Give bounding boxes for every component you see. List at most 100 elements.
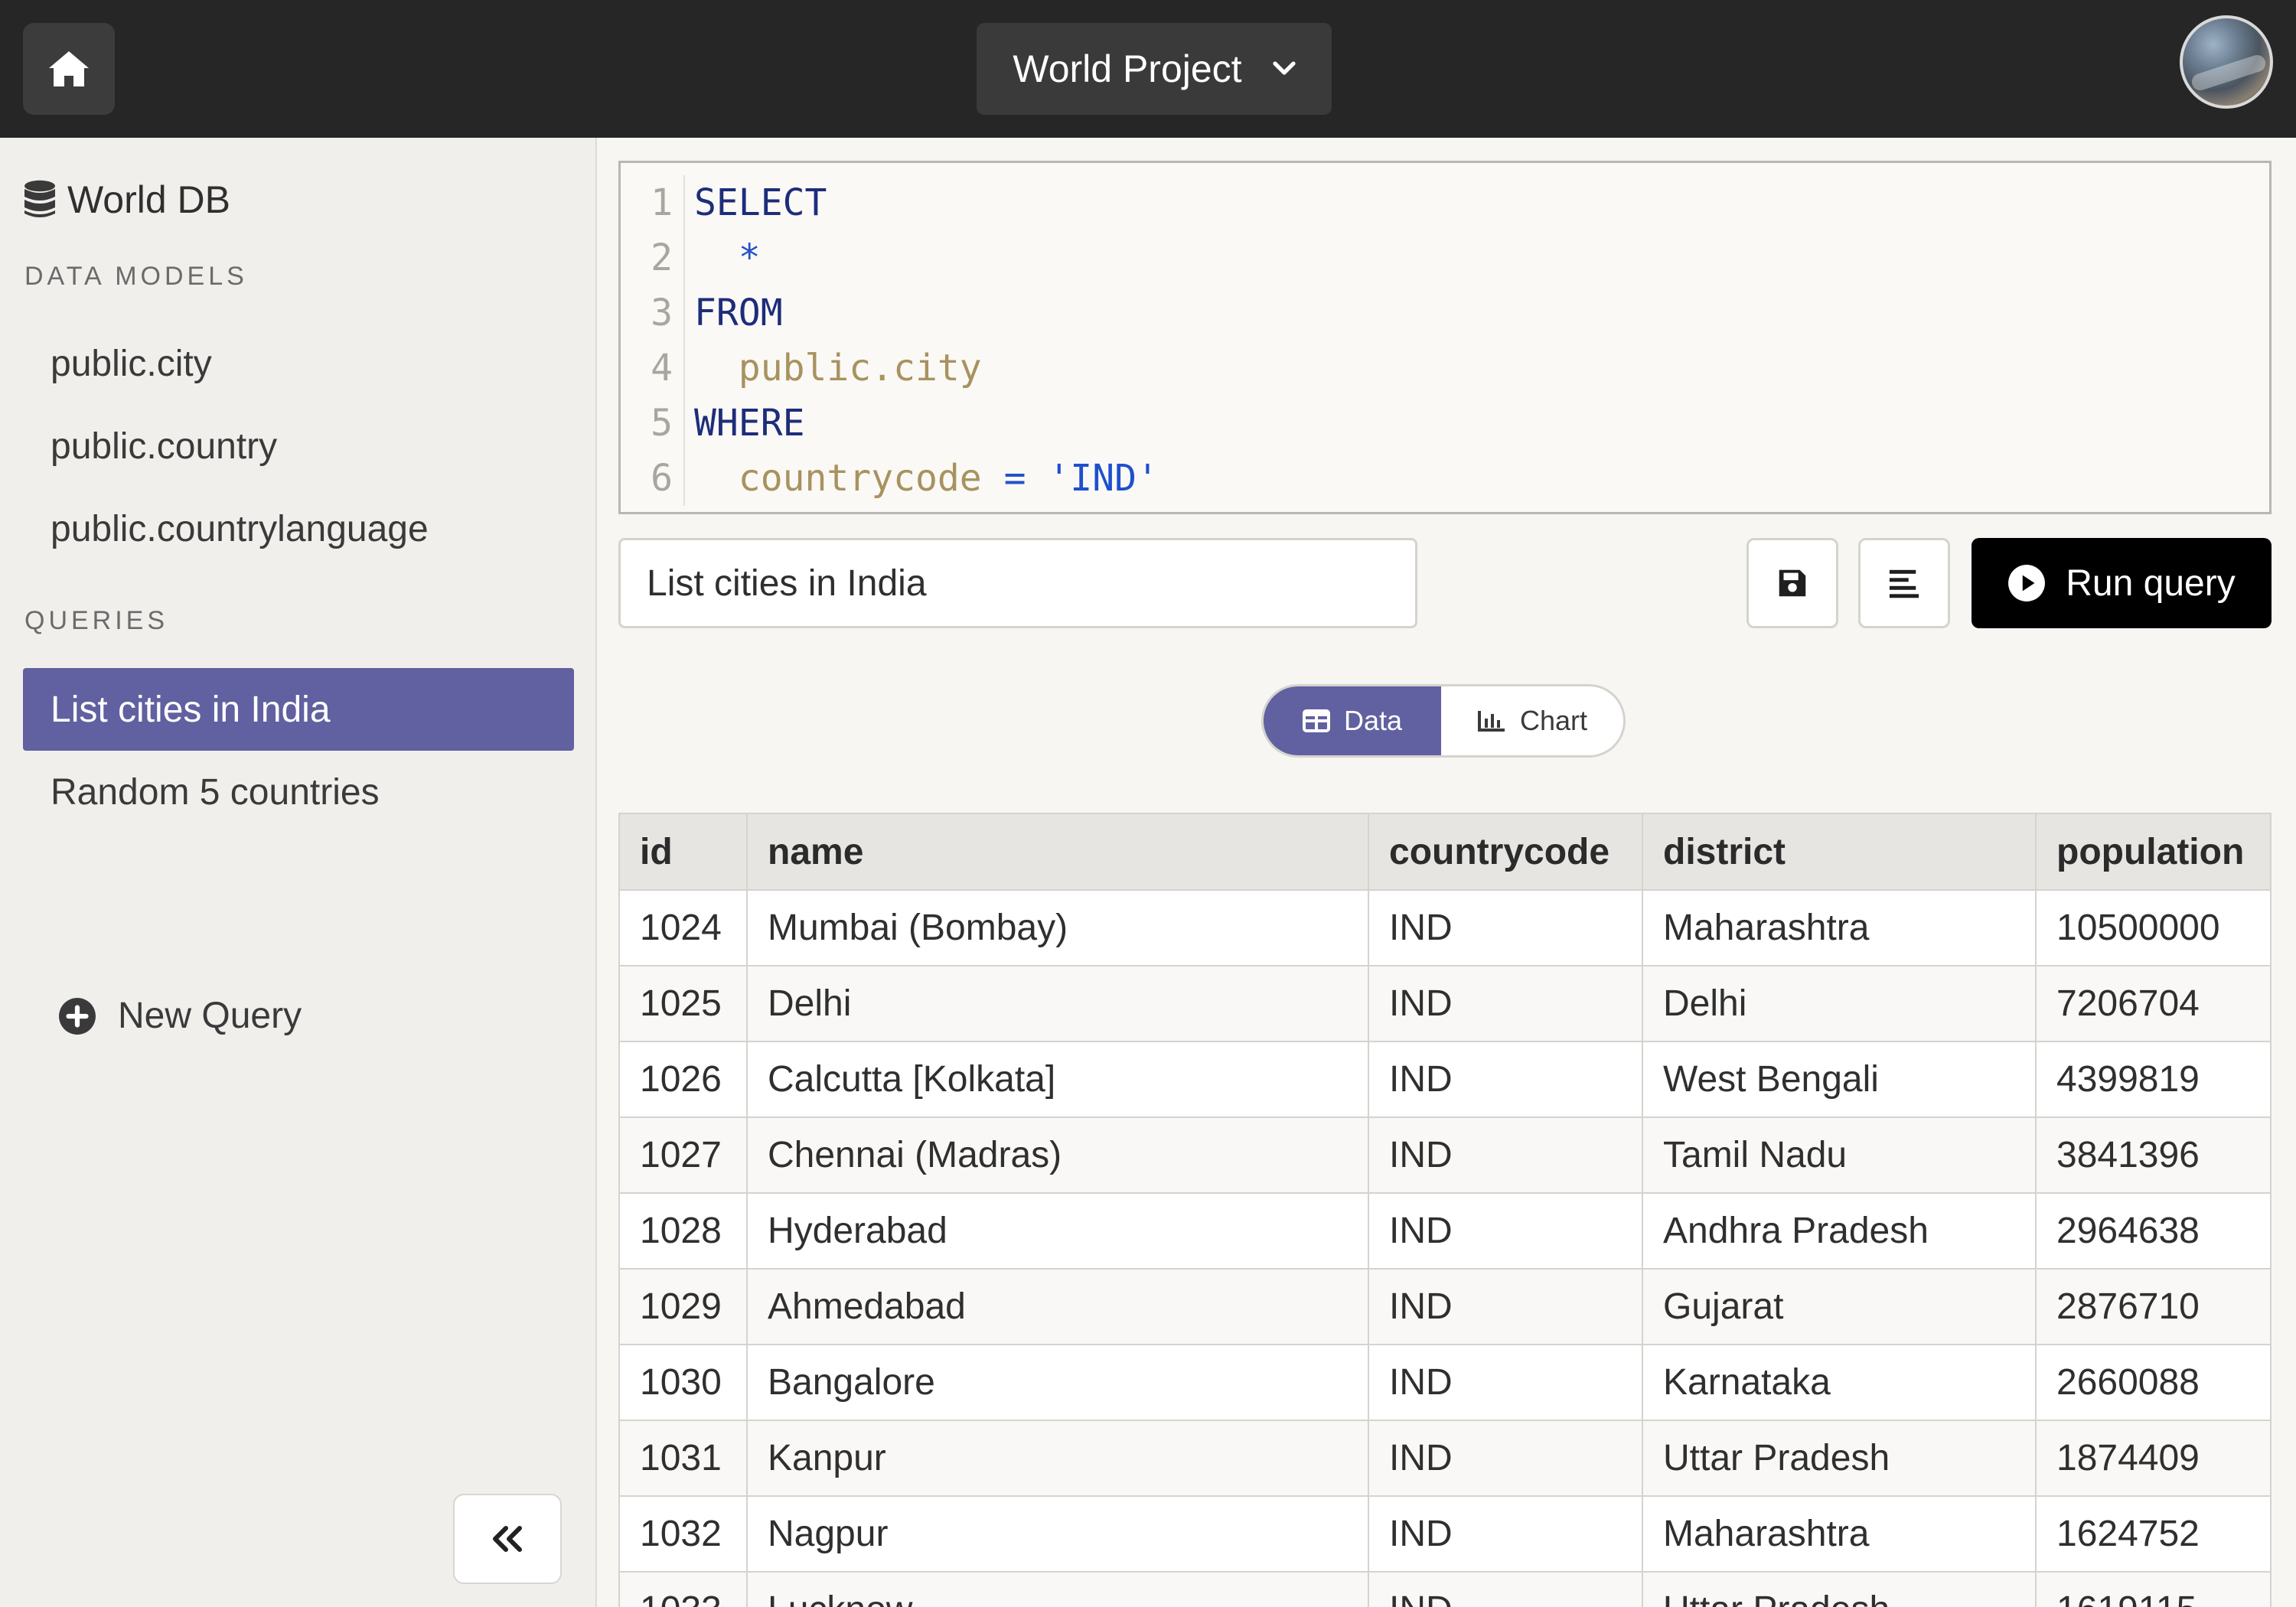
query-name-input[interactable] [618, 538, 1417, 628]
table-cell: 1027 [620, 1117, 748, 1194]
project-selector[interactable]: World Project [977, 23, 1332, 115]
top-bar: World Project [0, 0, 2296, 138]
table-row: 1026 Calcutta [Kolkata] IND West Bengali… [620, 1041, 2270, 1118]
table-cell: 10500000 [2036, 890, 2270, 966]
home-button[interactable] [23, 23, 115, 115]
sql-operator: = [1003, 457, 1026, 500]
new-query-label: New Query [118, 996, 302, 1036]
sidebar: World DB DATA MODELS public.city public.… [0, 138, 597, 1607]
code-line: 2 * [621, 230, 2269, 285]
sql-string-literal: 'IND' [1048, 457, 1159, 500]
table-row: 1025 Delhi IND Delhi 7206704 [620, 966, 2270, 1042]
model-item-countrylanguage[interactable]: public.countrylanguage [51, 508, 429, 550]
table-cell: Tamil Nadu [1642, 1117, 2037, 1194]
sql-editor[interactable]: 1 SELECT 2 * 3 FROM 4 public.city 5 WHER… [618, 161, 2272, 514]
table-cell: 1026 [620, 1041, 748, 1118]
column-header-countrycode[interactable]: countrycode [1368, 814, 1643, 891]
code-line: 3 FROM [621, 285, 2269, 341]
table-cell: 3841396 [2036, 1117, 2270, 1194]
table-row: 1033 Lucknow IND Uttar Pradesh 1619115 [620, 1572, 2270, 1607]
table-cell: 1028 [620, 1193, 748, 1270]
table-cell: Uttar Pradesh [1642, 1420, 2037, 1497]
data-models-label: DATA MODELS [24, 262, 248, 291]
code-line: 1 SELECT [621, 175, 2269, 230]
table-icon [1302, 709, 1330, 732]
table-cell: IND [1368, 1420, 1643, 1497]
sql-keyword: SELECT [694, 181, 827, 224]
table-cell: 1874409 [2036, 1420, 2270, 1497]
table-cell: 1619115 [2036, 1572, 2270, 1607]
collapse-sidebar-button[interactable] [453, 1494, 562, 1584]
column-header-population[interactable]: population [2036, 814, 2270, 891]
table-cell: Gujarat [1642, 1269, 2037, 1345]
table-cell: Delhi [747, 966, 1369, 1042]
table-cell: Nagpur [747, 1496, 1369, 1573]
line-number: 3 [651, 292, 673, 334]
table-cell: Hyderabad [747, 1193, 1369, 1270]
query-item-list-cities-india[interactable]: List cities in India [23, 668, 574, 751]
model-item-country[interactable]: public.country [51, 425, 277, 468]
query-item-random-countries[interactable]: Random 5 countries [23, 751, 574, 833]
line-number: 1 [651, 181, 673, 224]
table-cell: Karnataka [1642, 1345, 2037, 1421]
home-icon [49, 51, 89, 86]
line-number: 5 [651, 402, 673, 445]
table-cell: 2660088 [2036, 1345, 2270, 1421]
table-cell: 1025 [620, 966, 748, 1042]
table-cell: Maharashtra [1642, 890, 2037, 966]
sql-keyword: FROM [694, 292, 783, 334]
new-query-button[interactable]: New Query [58, 995, 302, 1037]
table-cell: Delhi [1642, 966, 2037, 1042]
column-header-name[interactable]: name [747, 814, 1369, 891]
double-chevron-left-icon [493, 1526, 522, 1552]
code-line: 4 public.city [621, 341, 2269, 396]
database-name: World DB [67, 178, 231, 221]
table-cell: Maharashtra [1642, 1496, 2037, 1573]
table-cell: 1032 [620, 1496, 748, 1573]
results-table-container[interactable]: id name countrycode district population … [618, 813, 2272, 1607]
sql-keyword: WHERE [694, 402, 805, 445]
sql-column-name: countrycode [738, 457, 982, 500]
table-cell: IND [1368, 1345, 1643, 1421]
table-cell: Lucknow [747, 1572, 1369, 1607]
format-button[interactable] [1858, 538, 1950, 628]
run-query-button[interactable]: Run query [1971, 538, 2272, 628]
database-icon [24, 180, 55, 217]
table-cell: IND [1368, 1193, 1643, 1270]
line-number: 2 [651, 236, 673, 279]
column-header-district[interactable]: district [1642, 814, 2037, 891]
column-header-id[interactable]: id [620, 814, 748, 891]
table-row: 1024 Mumbai (Bombay) IND Maharashtra 105… [620, 890, 2270, 966]
project-name: World Project [1013, 47, 1242, 90]
table-header-row: id name countrycode district population [620, 814, 2270, 891]
table-cell: 1624752 [2036, 1496, 2270, 1573]
table-cell: 1029 [620, 1269, 748, 1345]
avatar[interactable] [2180, 15, 2273, 109]
table-cell: 2876710 [2036, 1269, 2270, 1345]
table-row: 1027 Chennai (Madras) IND Tamil Nadu 384… [620, 1117, 2270, 1194]
table-row: 1029 Ahmedabad IND Gujarat 2876710 [620, 1269, 2270, 1345]
view-toggle: Data Chart [1261, 684, 1626, 758]
sql-table-name: public.city [738, 347, 982, 390]
align-left-icon [1889, 569, 1919, 598]
table-cell: Bangalore [747, 1345, 1369, 1421]
code-line: 6 countrycode = 'IND' [621, 451, 2269, 506]
table-row: 1031 Kanpur IND Uttar Pradesh 1874409 [620, 1420, 2270, 1497]
database-title: World DB [23, 178, 230, 222]
table-cell: Uttar Pradesh [1642, 1572, 2037, 1607]
table-row: 1030 Bangalore IND Karnataka 2660088 [620, 1345, 2270, 1421]
table-cell: Calcutta [Kolkata] [747, 1041, 1369, 1118]
save-icon [1779, 569, 1806, 597]
sql-wildcard: * [738, 236, 761, 279]
save-button[interactable] [1746, 538, 1838, 628]
model-item-city[interactable]: public.city [51, 343, 212, 385]
results-table: id name countrycode district population … [620, 814, 2270, 1607]
run-query-label: Run query [2066, 562, 2236, 604]
tab-chart[interactable]: Chart [1441, 686, 1623, 755]
tab-data-label: Data [1343, 705, 1403, 736]
table-cell: 1030 [620, 1345, 748, 1421]
bar-chart-icon [1477, 711, 1505, 732]
table-cell: IND [1368, 966, 1643, 1042]
tab-data[interactable]: Data [1264, 686, 1441, 755]
table-cell: 1033 [620, 1572, 748, 1607]
